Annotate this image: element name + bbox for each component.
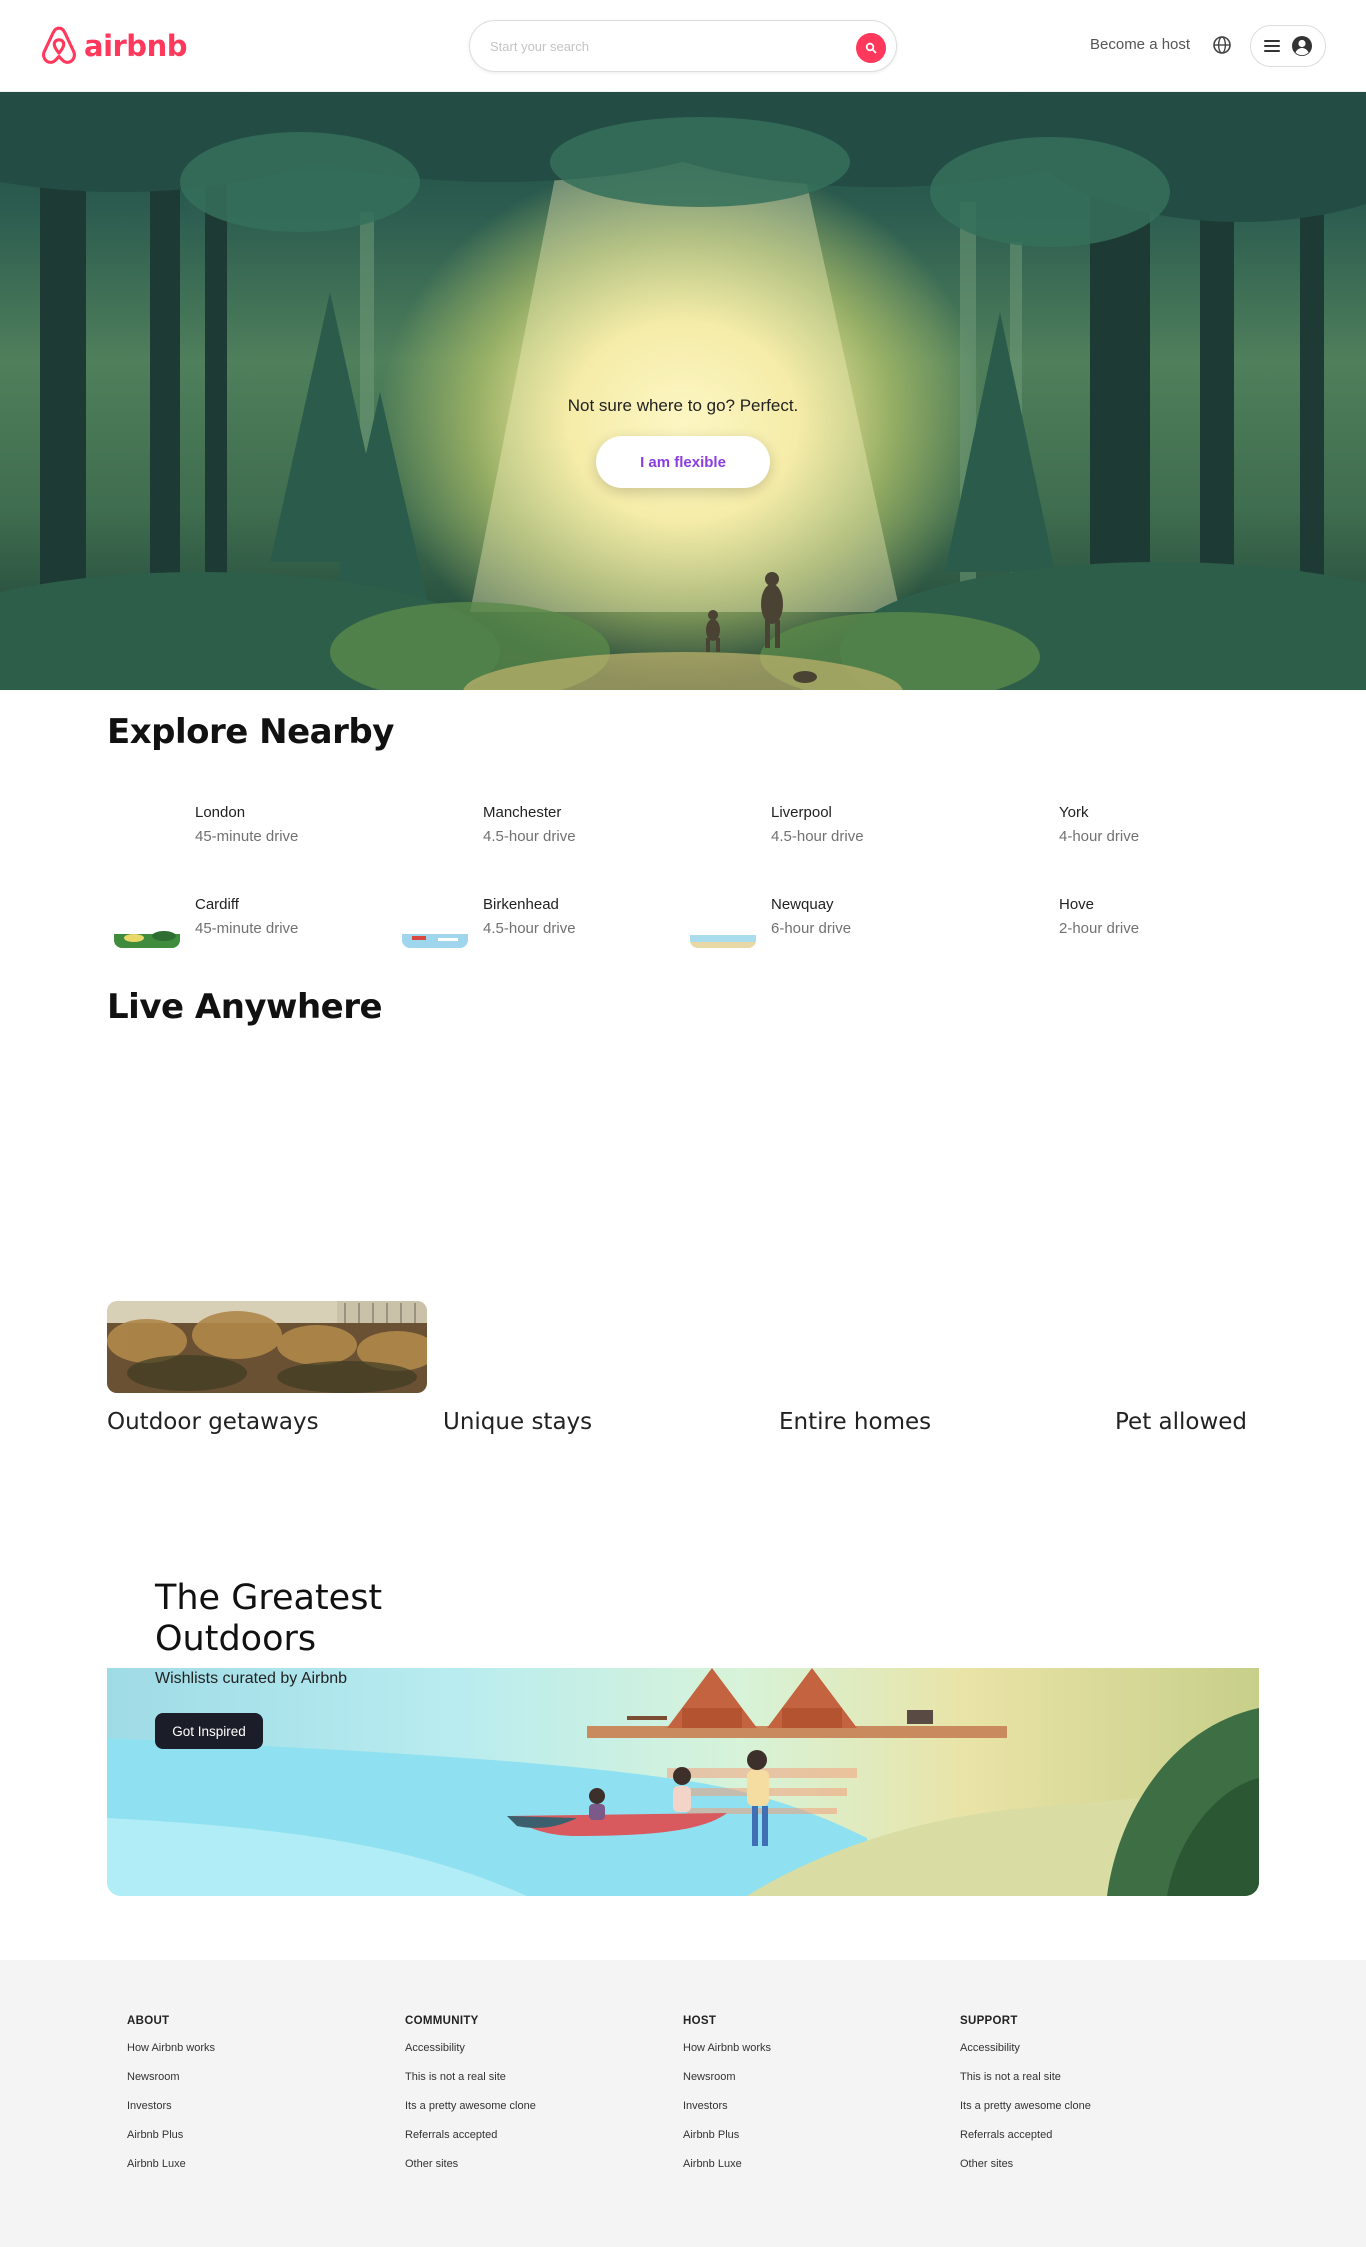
- brand-name: airbnb: [84, 29, 187, 63]
- live-card-label: Entire homes: [779, 1409, 932, 1435]
- footer-column-host: HOST How Airbnb works Newsroom Investors…: [683, 2015, 923, 2187]
- footer-link[interactable]: Other sites: [405, 2158, 645, 2170]
- hero-tagline: Not sure where to go? Perfect.: [567, 396, 799, 415]
- nearby-city: Manchester: [483, 804, 562, 821]
- live-card-label: Unique stays: [443, 1409, 593, 1435]
- outdoors-banner-image: [107, 1668, 1259, 1896]
- outdoors-heading-line-1: The Greatest: [155, 1578, 383, 1618]
- nearby-distance: 4-hour drive: [1059, 828, 1140, 845]
- footer-column-support: SUPPORT Accessibility This is not a real…: [960, 2015, 1200, 2187]
- nearby-thumbnail: [402, 806, 468, 856]
- footer-link[interactable]: Referrals accepted: [960, 2129, 1200, 2141]
- brand-logo[interactable]: airbnb: [40, 24, 187, 68]
- nearby-city: Hove: [1059, 896, 1095, 913]
- footer-link[interactable]: Accessibility: [405, 2042, 645, 2054]
- footer-heading: ABOUT: [127, 2015, 170, 2027]
- outdoors-heading-line-2: Outdoors: [155, 1619, 317, 1659]
- footer-link[interactable]: Its a pretty awesome clone: [405, 2100, 645, 2112]
- footer-link[interactable]: Airbnb Luxe: [127, 2158, 367, 2170]
- outdoors-subtitle: Wishlists curated by Airbnb: [155, 1670, 348, 1687]
- footer-column-about: ABOUT How Airbnb works Newsroom Investor…: [127, 2015, 367, 2187]
- site-footer: ABOUT How Airbnb works Newsroom Investor…: [0, 1960, 1366, 2247]
- nearby-thumbnail: [114, 898, 180, 948]
- i-am-flexible-button[interactable]: I am flexible: [596, 436, 770, 488]
- footer-link[interactable]: This is not a real site: [405, 2071, 645, 2083]
- footer-link[interactable]: Investors: [683, 2100, 923, 2112]
- hero-banner: Not sure where to go? Perfect. I am flex…: [0, 92, 1366, 690]
- footer-heading: HOST: [683, 2015, 717, 2027]
- nearby-item-york[interactable]: York 4-hour drive: [971, 800, 1241, 864]
- nearby-item-hove[interactable]: Hove 2-hour drive: [971, 892, 1241, 956]
- lake-cabin-illustration: [107, 1668, 1259, 1896]
- nearby-city: Birkenhead: [483, 896, 559, 913]
- footer-link[interactable]: Referrals accepted: [405, 2129, 645, 2141]
- search-icon: [865, 42, 877, 54]
- nearby-city: Cardiff: [195, 896, 239, 913]
- nearby-distance: 4.5-hour drive: [771, 828, 864, 845]
- nearby-item-newquay[interactable]: Newquay 6-hour drive: [683, 892, 953, 956]
- search-input[interactable]: [490, 38, 830, 54]
- nearby-thumbnail: [978, 898, 1044, 948]
- footer-heading: SUPPORT: [960, 2015, 1018, 2027]
- nearby-city: York: [1059, 804, 1089, 821]
- nearby-item-manchester[interactable]: Manchester 4.5-hour drive: [395, 800, 665, 864]
- nearby-item-london[interactable]: London 45-minute drive: [107, 800, 377, 864]
- nearby-item-cardiff[interactable]: Cardiff 45-minute drive: [107, 892, 377, 956]
- footer-link[interactable]: Airbnb Plus: [127, 2129, 367, 2141]
- footer-link[interactable]: Newsroom: [127, 2071, 367, 2083]
- nearby-item-liverpool[interactable]: Liverpool 4.5-hour drive: [683, 800, 953, 864]
- nearby-distance: 4.5-hour drive: [483, 828, 576, 845]
- globe-icon[interactable]: [1212, 35, 1232, 55]
- live-card-image: [107, 1301, 427, 1393]
- nearby-distance: 2-hour drive: [1059, 920, 1140, 937]
- footer-link[interactable]: Newsroom: [683, 2071, 923, 2083]
- footer-link[interactable]: Investors: [127, 2100, 367, 2112]
- live-card-label: Outdoor getaways: [107, 1409, 319, 1435]
- live-anywhere-heading: Live Anywhere: [107, 987, 383, 1027]
- footer-heading: COMMUNITY: [405, 2015, 479, 2027]
- footer-link[interactable]: Other sites: [960, 2158, 1200, 2170]
- footer-link[interactable]: Airbnb Luxe: [683, 2158, 923, 2170]
- nearby-city: Newquay: [771, 896, 834, 913]
- nearby-thumbnail: [978, 806, 1044, 856]
- footer-link[interactable]: Airbnb Plus: [683, 2129, 923, 2141]
- footer-link[interactable]: This is not a real site: [960, 2071, 1200, 2083]
- nearby-thumbnail: [114, 806, 180, 856]
- user-avatar-icon: [1292, 36, 1312, 56]
- live-card-label: Pet allowed: [1115, 1409, 1248, 1435]
- top-navbar: airbnb Become a host: [0, 0, 1366, 92]
- nearby-item-birkenhead[interactable]: Birkenhead 4.5-hour drive: [395, 892, 665, 956]
- nearby-thumbnail: [690, 898, 756, 948]
- hamburger-icon: [1264, 40, 1280, 52]
- footer-link[interactable]: How Airbnb works: [683, 2042, 923, 2054]
- nearby-city: Liverpool: [771, 804, 832, 821]
- search-bar[interactable]: [469, 20, 897, 72]
- search-button[interactable]: [856, 33, 886, 63]
- forest-illustration: [0, 92, 1366, 690]
- got-inspired-button[interactable]: Got Inspired: [155, 1713, 263, 1749]
- become-host-link[interactable]: Become a host: [1090, 36, 1190, 53]
- nearby-thumbnail: [690, 806, 756, 856]
- user-menu-button[interactable]: [1250, 25, 1326, 67]
- nearby-distance: 4.5-hour drive: [483, 920, 576, 937]
- nearby-thumbnail: [402, 898, 468, 948]
- outdoors-heading: The Greatest Outdoors: [155, 1578, 475, 1660]
- nearby-distance: 45-minute drive: [195, 828, 299, 845]
- footer-column-community: COMMUNITY Accessibility This is not a re…: [405, 2015, 645, 2187]
- footer-link[interactable]: How Airbnb works: [127, 2042, 367, 2054]
- airbnb-logo-icon: [42, 26, 76, 64]
- nearby-distance: 6-hour drive: [771, 920, 852, 937]
- footer-link[interactable]: Accessibility: [960, 2042, 1200, 2054]
- nearby-distance: 45-minute drive: [195, 920, 299, 937]
- footer-link[interactable]: Its a pretty awesome clone: [960, 2100, 1200, 2112]
- explore-nearby-heading: Explore Nearby: [107, 712, 394, 752]
- nearby-city: London: [195, 804, 246, 821]
